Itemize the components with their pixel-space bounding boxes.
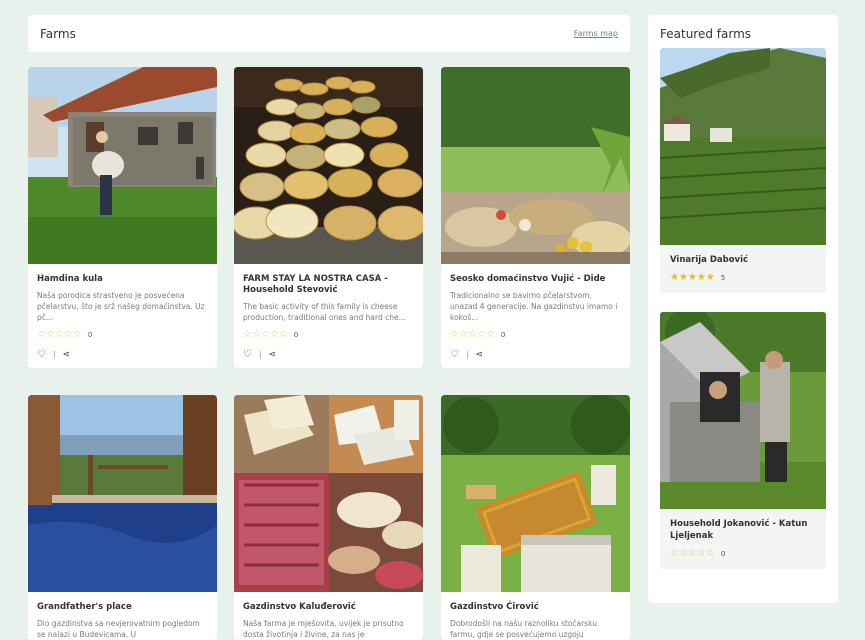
featured-farm-name[interactable]: Vinarija Dabović xyxy=(670,254,816,266)
farm-rating: ☆☆☆☆☆ 0 xyxy=(450,329,621,340)
farm-name[interactable]: Hamdina kula xyxy=(37,274,208,285)
featured-title: Featured farms xyxy=(660,27,752,41)
farm-name[interactable]: FARM STAY LA NOSTRA CASA - Household Ste… xyxy=(243,274,414,296)
share-icon[interactable]: ⋖ xyxy=(269,350,277,360)
farm-rating: ☆☆☆☆☆ 0 xyxy=(243,329,414,340)
farm-card[interactable]: Hamdina kula Naša porodica strastveno je… xyxy=(28,67,217,368)
star-icon: ★★★★★ xyxy=(670,272,715,283)
farm-image[interactable] xyxy=(28,395,217,592)
featured-farm-card[interactable]: Vinarija Dabović ★★★★★ 5 xyxy=(660,48,826,293)
farm-image[interactable] xyxy=(234,395,423,592)
card-actions: ♡ | ⋖ xyxy=(37,349,208,360)
farm-image[interactable] xyxy=(441,67,630,264)
heart-icon[interactable]: ♡ xyxy=(243,349,252,360)
rating-count: 5 xyxy=(720,273,726,282)
card-actions: ♡ | ⋖ xyxy=(243,349,414,360)
star-icon: ☆☆☆☆☆ xyxy=(670,548,715,559)
rating-count: 0 xyxy=(293,330,299,339)
share-icon[interactable]: ⋖ xyxy=(476,350,484,360)
farm-description: Dio gazdinstva sa nevjerovatnim pogledom… xyxy=(37,619,200,639)
farm-card[interactable]: Grandfather's place Dio gazdinstva sa ne… xyxy=(28,395,217,640)
share-icon[interactable]: ⋖ xyxy=(63,350,71,360)
farm-description: Naša farma je mješovita, uvijek je prisu… xyxy=(243,619,404,639)
farm-name[interactable]: Seosko domaćinstvo Vujić - Dide xyxy=(450,274,621,285)
farm-name[interactable]: Grandfather's place xyxy=(37,602,208,613)
farm-card[interactable]: Gazdinstvo Ćirović Dobrodošli na našu ra… xyxy=(441,395,630,640)
star-icon: ☆☆☆☆☆ xyxy=(450,329,495,340)
star-icon: ☆☆☆☆☆ xyxy=(37,329,82,340)
rating-count: 0 xyxy=(87,330,93,339)
farm-image[interactable] xyxy=(28,67,217,264)
divider: | xyxy=(258,350,262,359)
rating-count: 0 xyxy=(500,330,506,339)
card-actions: ♡ | ⋖ xyxy=(450,349,621,360)
featured-farm-image[interactable] xyxy=(660,312,826,509)
farm-image[interactable] xyxy=(234,67,423,264)
page-title: Farms xyxy=(40,26,76,41)
farm-card[interactable]: Seosko domaćinstvo Vujić - Dide Tradicio… xyxy=(441,67,630,368)
featured-farm-name[interactable]: Household Jokanović - Katun Ljeljenak xyxy=(670,518,816,542)
star-icon: ☆☆☆☆☆ xyxy=(243,329,288,340)
farm-card[interactable]: FARM STAY LA NOSTRA CASA - Household Ste… xyxy=(234,67,423,368)
farm-rating: ☆☆☆☆☆ 0 xyxy=(37,329,208,340)
heart-icon[interactable]: ♡ xyxy=(37,349,46,360)
featured-farm-rating: ☆☆☆☆☆ 0 xyxy=(670,548,816,559)
farm-name[interactable]: Gazdinstvo Kaluđerović xyxy=(243,602,414,613)
farm-description: Naša porodica strastveno je posvećena pč… xyxy=(37,291,205,322)
farms-header: Farms Farms map xyxy=(28,15,630,52)
farm-image[interactable] xyxy=(441,395,630,592)
farm-name[interactable]: Gazdinstvo Ćirović xyxy=(450,602,621,613)
divider: | xyxy=(52,350,56,359)
farms-map-link[interactable]: Farms map xyxy=(574,29,618,38)
featured-farm-card[interactable]: Household Jokanović - Katun Ljeljenak ☆☆… xyxy=(660,312,826,569)
divider: | xyxy=(465,350,469,359)
heart-icon[interactable]: ♡ xyxy=(450,349,459,360)
featured-farms-panel: Featured farms Vinarija Dabović ★★★★★ 5 xyxy=(648,15,838,603)
farm-card[interactable]: Gazdinstvo Kaluđerović Naša farma je mje… xyxy=(234,395,423,640)
featured-farm-rating: ★★★★★ 5 xyxy=(670,272,816,283)
farm-description: The basic activity of this family is che… xyxy=(243,302,406,322)
farm-description: Dobrodošli na našu raznoliku stočarsku f… xyxy=(450,619,597,639)
farm-description: Tradicionalno se bavimo pčelarstvom, una… xyxy=(450,291,618,322)
featured-farm-image[interactable] xyxy=(660,48,826,245)
rating-count: 0 xyxy=(720,549,726,558)
